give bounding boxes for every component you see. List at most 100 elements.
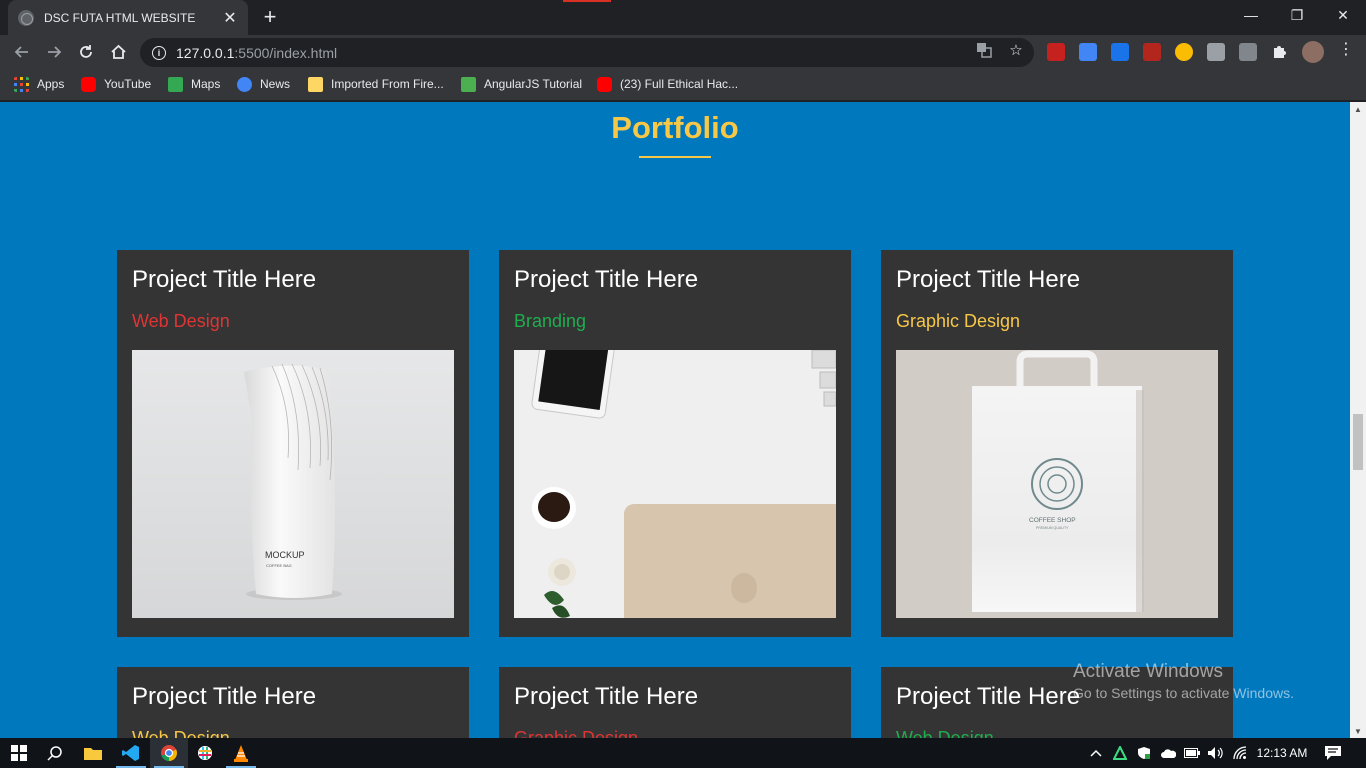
file-explorer-icon[interactable] bbox=[74, 738, 112, 768]
extension-drive-icon[interactable] bbox=[1207, 43, 1225, 61]
extension-docs-icon[interactable] bbox=[1111, 43, 1129, 61]
project-image[interactable] bbox=[514, 350, 836, 618]
vscode-icon[interactable] bbox=[112, 738, 150, 768]
w3schools-icon bbox=[461, 76, 476, 92]
youtube-icon bbox=[81, 76, 96, 92]
scroll-down-icon[interactable]: ▼ bbox=[1350, 724, 1366, 738]
bookmarks-bar: Apps YouTube Maps News Imported From Fir… bbox=[0, 69, 1366, 101]
bookmark-apps[interactable]: Apps bbox=[14, 69, 64, 99]
project-title: Project Title Here bbox=[132, 683, 317, 710]
project-title: Project Title Here bbox=[514, 266, 699, 293]
project-category: Web Design bbox=[132, 728, 230, 738]
bookmark-label: YouTube bbox=[104, 77, 152, 91]
project-card[interactable]: Project Title Here Web Design bbox=[117, 667, 469, 738]
tab-strip: DSC FUTA HTML WEBSITE ✕ + — ❐ ✕ bbox=[0, 0, 1366, 35]
info-icon[interactable]: i bbox=[152, 45, 166, 60]
chrome-icon[interactable] bbox=[150, 738, 188, 768]
activate-windows-title: Activate Windows bbox=[1073, 661, 1223, 682]
reload-button[interactable] bbox=[74, 40, 98, 64]
bookmark-label: Imported From Fire... bbox=[331, 77, 444, 91]
translate-icon[interactable] bbox=[974, 40, 994, 60]
section-title: Portfolio bbox=[611, 110, 739, 145]
windows-taskbar: 12:13 AM bbox=[0, 738, 1366, 768]
minimize-button[interactable]: — bbox=[1228, 0, 1274, 30]
windows-start-icon[interactable] bbox=[0, 738, 38, 768]
project-category: Graphic Design bbox=[896, 311, 1021, 331]
bookmark-youtube[interactable]: YouTube bbox=[81, 69, 151, 99]
reload-icon bbox=[80, 45, 92, 58]
extension-translate-icon[interactable] bbox=[1079, 43, 1097, 61]
search-icon[interactable] bbox=[36, 738, 74, 768]
project-card[interactable]: Project Title Here Graphic Design bbox=[499, 667, 851, 738]
show-hidden-icons-chevron-icon[interactable] bbox=[1088, 738, 1104, 768]
bookmark-maps[interactable]: Maps bbox=[168, 69, 220, 99]
bookmark-label: (23) Full Ethical Hac... bbox=[620, 77, 739, 91]
bookmark-news[interactable]: News bbox=[237, 69, 290, 99]
project-image[interactable]: MOCKUP COFFEE BAG bbox=[132, 350, 454, 618]
maximize-button[interactable]: ❐ bbox=[1274, 0, 1320, 30]
project-category: Web Design bbox=[896, 728, 994, 738]
bookmark-ethical-hacking[interactable]: (23) Full Ethical Hac... bbox=[597, 69, 738, 99]
activate-windows-subtitle: Go to Settings to activate Windows. bbox=[1073, 685, 1294, 701]
project-card[interactable]: Project Title Here Graphic Design COFFEE… bbox=[881, 250, 1233, 637]
project-title: Project Title Here bbox=[132, 266, 317, 293]
page-scrollbar[interactable]: ▲ ▼ bbox=[1350, 102, 1366, 738]
chrome-menu-icon[interactable]: ⋮ bbox=[1336, 40, 1356, 60]
extensions-puzzle-icon[interactable] bbox=[1269, 42, 1289, 62]
extension-chrome-icon[interactable] bbox=[1175, 43, 1193, 61]
browser-toolbar: i 127.0.0.1:5500/index.html ☆ ⋮ bbox=[0, 35, 1366, 69]
folder-icon bbox=[308, 76, 323, 92]
project-image[interactable]: COFFEE SHOP PREMIUM QUALITY bbox=[896, 350, 1218, 618]
scrollbar-thumb[interactable] bbox=[1353, 414, 1363, 470]
pouch-sublabel: COFFEE BAG bbox=[266, 563, 292, 568]
wifi-icon[interactable] bbox=[1231, 738, 1249, 768]
extension-bookmark-icon[interactable] bbox=[1047, 43, 1065, 61]
tab-title: DSC FUTA HTML WEBSITE bbox=[44, 10, 196, 25]
page-viewport: Portfolio Project Title Here Web Design … bbox=[0, 102, 1350, 738]
extension-pdf-icon[interactable] bbox=[1143, 43, 1161, 61]
extension-tabs-icon[interactable] bbox=[1239, 43, 1257, 61]
url-path: :5500/index.html bbox=[234, 44, 338, 61]
bookmark-angularjs[interactable]: AngularJS Tutorial bbox=[461, 69, 582, 99]
bookmark-label: Maps bbox=[191, 77, 221, 91]
home-button[interactable] bbox=[106, 40, 130, 64]
action-center-icon[interactable] bbox=[1318, 738, 1348, 768]
home-icon bbox=[110, 44, 126, 59]
profile-avatar[interactable] bbox=[1302, 41, 1324, 63]
volume-icon[interactable] bbox=[1206, 738, 1224, 768]
project-category: Graphic Design bbox=[514, 728, 639, 738]
bag-sublabel: PREMIUM QUALITY bbox=[1036, 526, 1069, 530]
globe-icon bbox=[18, 9, 34, 26]
close-window-button[interactable]: ✕ bbox=[1320, 0, 1366, 30]
onedrive-cloud-icon[interactable] bbox=[1159, 738, 1177, 768]
battery-icon[interactable] bbox=[1183, 738, 1201, 768]
project-card[interactable]: Project Title Here Web Design MOCKUP COF… bbox=[117, 250, 469, 637]
bookmark-folder-imported[interactable]: Imported From Fire... bbox=[308, 69, 444, 99]
project-category: Branding bbox=[514, 311, 587, 331]
youtube-icon bbox=[597, 76, 612, 92]
defender-shield-icon[interactable] bbox=[1136, 738, 1152, 768]
back-arrow-icon bbox=[14, 46, 28, 58]
close-tab-icon[interactable]: ✕ bbox=[222, 8, 238, 28]
forward-button[interactable] bbox=[42, 40, 66, 64]
browser-tab[interactable]: DSC FUTA HTML WEBSITE ✕ bbox=[8, 0, 248, 35]
vlc-icon[interactable] bbox=[222, 738, 260, 768]
tray-app-icon[interactable] bbox=[1112, 738, 1128, 768]
bag-label: COFFEE SHOP bbox=[1029, 517, 1076, 524]
project-title: Project Title Here bbox=[896, 266, 1081, 293]
apps-grid-icon bbox=[14, 76, 29, 92]
address-bar[interactable]: i 127.0.0.1:5500/index.html bbox=[140, 38, 1034, 67]
clock[interactable]: 12:13 AM bbox=[1254, 738, 1310, 768]
back-button[interactable] bbox=[10, 40, 34, 64]
bookmark-label: News bbox=[260, 77, 291, 91]
bookmark-label: Apps bbox=[37, 77, 65, 91]
title-underline bbox=[639, 156, 711, 158]
bookmark-star-icon[interactable]: ☆ bbox=[1006, 40, 1026, 60]
scroll-up-icon[interactable]: ▲ bbox=[1350, 102, 1366, 116]
project-category: Web Design bbox=[132, 311, 230, 331]
recording-indicator bbox=[563, 0, 611, 2]
project-card[interactable]: Project Title Here Branding bbox=[499, 250, 851, 637]
slack-icon[interactable] bbox=[186, 738, 224, 768]
new-tab-button[interactable]: + bbox=[258, 6, 282, 28]
project-title: Project Title Here bbox=[514, 683, 699, 710]
